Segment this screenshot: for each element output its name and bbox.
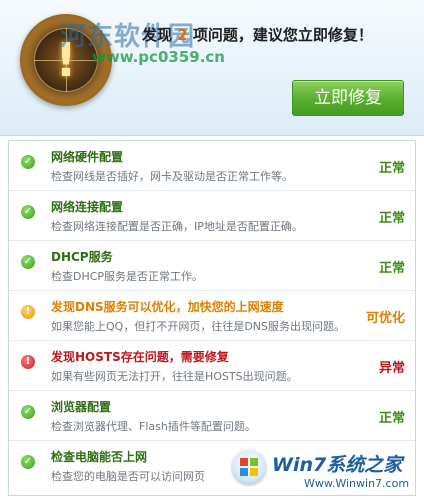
list-item: ! 发现DNS服务可以优化，加快您的上网速度 如果您能上QQ，但打不开网页，往往… [9,291,415,341]
check-description: 检查浏览器代理、Flash插件等配置问题。 [51,420,256,433]
check-status: 正常 [378,411,405,426]
headline-suffix: 项问题，建议您立即修复！ [192,26,373,44]
check-icon: ✓ [21,455,35,469]
fix-now-button[interactable]: 立即修复 [292,80,404,116]
headline: 发现 2 项问题，建议您立即修复！ [142,24,373,45]
headline-prefix: 发现 [142,26,173,44]
check-icon: ✓ [21,205,35,219]
check-status: 正常 [378,261,405,276]
watermark-url: www.pc0359.cn [92,48,225,66]
check-description: 检查您的电脑是否可以访问网页 [51,470,205,483]
check-title: 发现DNS服务可以优化，加快您的上网速度 [51,300,284,314]
corner-logo-text: Win7系统之家 [272,454,403,476]
check-icon: ✓ [21,155,35,169]
corner-watermark-logo: Win7系统之家 Www.Winwin7.com [226,444,420,496]
error-icon: ! [21,355,35,369]
check-description: 如果有些网页无法打开，往往是HOSTS出现问题。 [51,370,298,383]
corner-logo-url: Www.Winwin7.com [304,477,410,490]
header-panel: ! 河东软件园 www.pc0359.cn 发现 2 项问题，建议您立即修复！ … [0,0,424,136]
check-title: 网络连接配置 [51,200,124,214]
windows-logo-icon [232,450,266,484]
check-description: 检查DHCP服务是否正常工作。 [51,270,204,283]
check-description: 如果您能上QQ，但打不开网页，往往是DNS服务出现问题。 [51,320,345,333]
check-status[interactable]: 异常 [379,357,405,376]
check-title: 浏览器配置 [51,400,112,414]
check-title: 检查电脑能否上网 [51,450,148,464]
check-status: 正常 [378,161,405,176]
check-list: ✓ 网络硬件配置 检查网线是否插好，网卡及驱动是否正常工作等。 正常 ✓ 网络连… [8,140,416,496]
check-description: 检查网线是否插好，网卡及驱动是否正常工作等。 [51,170,293,183]
check-title: 发现HOSTS存在问题，需要修复 [51,350,229,364]
list-item: ✓ 浏览器配置 检查浏览器代理、Flash插件等配置问题。 正常 [9,391,415,441]
check-status: 正常 [378,211,405,226]
list-item: ✓ 网络连接配置 检查网络连接配置是否正确，IP地址是否配置正确。 正常 [9,191,415,241]
check-icon: ✓ [21,405,35,419]
list-item: ! 发现HOSTS存在问题，需要修复 如果有些网页无法打开，往往是HOSTS出现… [9,341,415,391]
check-title: DHCP服务 [51,250,113,264]
check-description: 检查网络连接配置是否正确，IP地址是否配置正确。 [51,220,303,233]
check-icon: ✓ [21,255,35,269]
problem-count: 2 [177,26,188,44]
check-status[interactable]: 可优化 [366,307,405,326]
check-title: 网络硬件配置 [51,150,124,164]
list-item: ✓ DHCP服务 检查DHCP服务是否正常工作。 正常 [9,241,415,291]
list-item: ✓ 网络硬件配置 检查网线是否插好，网卡及驱动是否正常工作等。 正常 [9,141,415,191]
warning-icon: ! [21,305,35,319]
